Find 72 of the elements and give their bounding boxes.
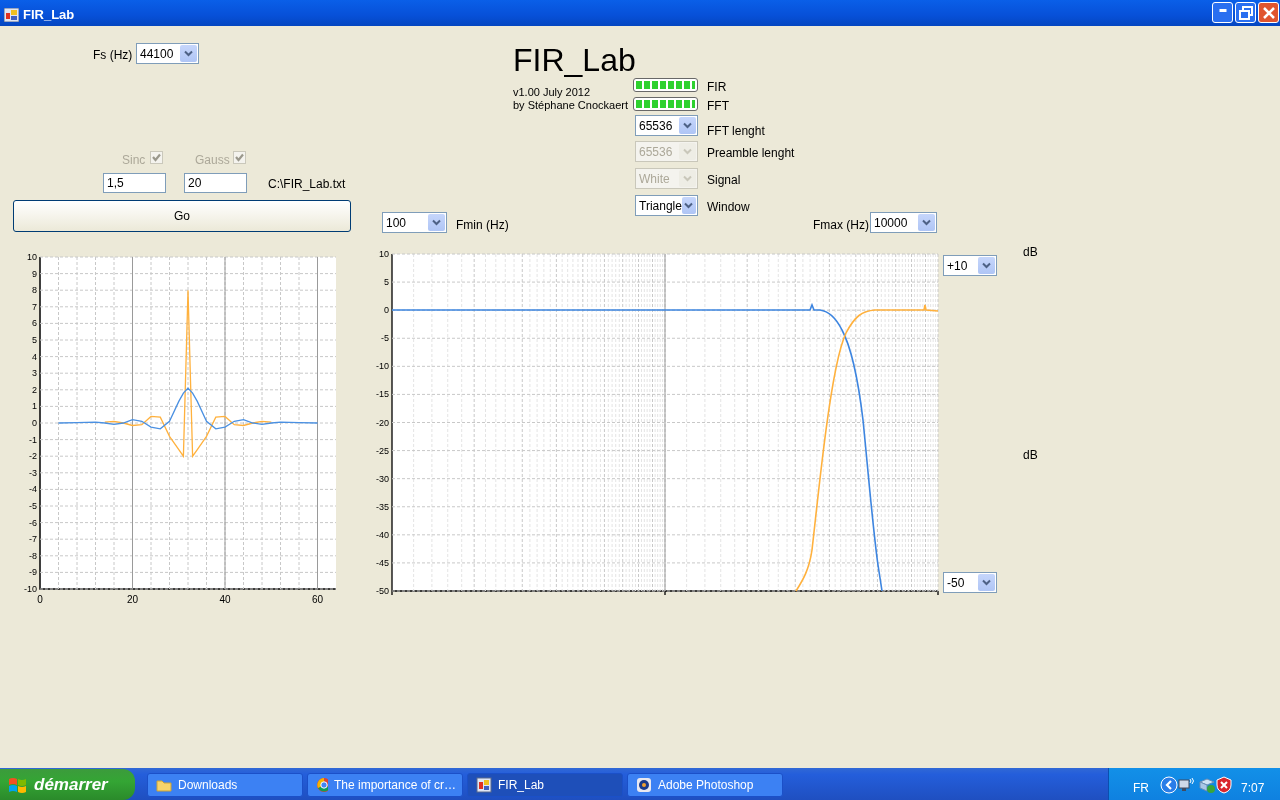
axis-tick-label: -20 bbox=[376, 417, 389, 428]
axis-tick-label: 10 bbox=[27, 252, 37, 262]
axis-tick-label: 40 bbox=[219, 594, 231, 605]
progress-label: FFT bbox=[707, 98, 729, 115]
db-min-dropdown[interactable]: -50 bbox=[943, 572, 997, 593]
axis-tick-label: -5 bbox=[381, 333, 389, 344]
axis-tick-label: -2 bbox=[29, 451, 37, 462]
axis-tick-label: -25 bbox=[376, 445, 389, 456]
setting-dropdown[interactable]: Triangle bbox=[635, 195, 698, 216]
go-button[interactable]: Go bbox=[13, 200, 351, 232]
author-text: by Stéphane Cnockaert bbox=[513, 98, 628, 113]
setting-label: Window bbox=[707, 199, 750, 216]
sample-rate-dropdown[interactable]: 44100 bbox=[136, 43, 199, 64]
fmax-label: Fmax (Hz) bbox=[813, 217, 869, 234]
axis-tick-label: -45 bbox=[376, 557, 389, 568]
sample-rate-label: Fs (Hz) bbox=[93, 47, 133, 64]
axis-tick-label: 5 bbox=[384, 277, 389, 288]
axis-tick-label: -9 bbox=[29, 567, 37, 578]
axis-tick-label: -6 bbox=[29, 517, 37, 528]
taskbar-button[interactable]: Downloads bbox=[147, 773, 303, 797]
axis-tick-label: -15 bbox=[376, 389, 389, 400]
axis-tick-label: 9 bbox=[32, 268, 37, 279]
axis-tick-label: 5 bbox=[32, 335, 37, 345]
language-indicator[interactable]: FR bbox=[1133, 779, 1149, 797]
axis-tick-label: -10 bbox=[376, 361, 389, 372]
fmax-dropdown[interactable]: 10000 bbox=[870, 212, 937, 233]
axis-tick-label: -35 bbox=[376, 501, 389, 512]
axis-tick-label: 20 bbox=[126, 594, 139, 605]
parameter-field[interactable]: 1,5 bbox=[103, 173, 166, 193]
unit-label: dB bbox=[1023, 244, 1038, 261]
axis-tick-label: -50 bbox=[376, 586, 389, 596]
axis-tick-label: 10 bbox=[379, 249, 389, 259]
window-title: FIR_Lab bbox=[23, 6, 75, 24]
setting-label: Signal bbox=[707, 172, 741, 189]
axis-tick-label: 7 bbox=[32, 301, 37, 312]
axis-tick-label: 8 bbox=[32, 285, 37, 296]
axis-tick-label: 3 bbox=[32, 368, 37, 379]
fmin-label: Fmin (Hz) bbox=[456, 217, 509, 234]
axis-tick-label: 60 bbox=[311, 594, 324, 605]
taskbar-button[interactable]: FIR_Lab bbox=[467, 773, 623, 797]
axis-tick-label: 1 bbox=[32, 401, 37, 412]
axis-tick-label: 6 bbox=[32, 318, 37, 329]
version-text: v1.00 July 2012 bbox=[513, 85, 591, 100]
axis-tick-label: -40 bbox=[376, 529, 389, 540]
axis-tick-label: -7 bbox=[29, 534, 37, 545]
kernel-option-label: Gauss bbox=[195, 152, 230, 169]
axis-tick-label: 0 bbox=[37, 594, 43, 605]
axis-tick-label: 0 bbox=[384, 305, 389, 316]
axis-tick-label: -3 bbox=[29, 467, 37, 478]
progress-label: FIR bbox=[707, 79, 727, 96]
parameter-field[interactable]: 20 bbox=[184, 173, 247, 193]
axis-tick-label: -5 bbox=[29, 501, 37, 511]
axis-tick-label: -4 bbox=[29, 484, 37, 495]
setting-label: FFT lenght bbox=[707, 123, 765, 140]
axis-tick-label: 4 bbox=[32, 351, 37, 362]
app-heading: FIR_Lab bbox=[513, 41, 636, 80]
axis-tick-label: 2 bbox=[32, 384, 37, 395]
clock-text: 7:07 bbox=[1241, 780, 1265, 797]
axis-tick-label: -30 bbox=[376, 473, 389, 484]
taskbar-button[interactable]: The importance of cr… bbox=[307, 773, 463, 797]
axis-tick-label: -1 bbox=[29, 434, 37, 445]
axis-tick-label: 0 bbox=[32, 418, 37, 428]
taskbar-button[interactable]: Adobe Photoshop bbox=[627, 773, 783, 797]
unit-label: dB bbox=[1023, 447, 1038, 464]
db-max-dropdown[interactable]: +10 bbox=[943, 255, 997, 276]
axis-tick-label: -10 bbox=[24, 584, 37, 594]
setting-label: Preamble lenght bbox=[707, 145, 795, 162]
kernel-option-label: Sinc bbox=[122, 152, 146, 169]
setting-dropdown[interactable]: 65536 bbox=[635, 115, 698, 136]
fmin-dropdown[interactable]: 100 bbox=[382, 212, 447, 233]
axis-tick-label: -8 bbox=[29, 550, 37, 561]
file-path-text: C:\FIR_Lab.txt bbox=[268, 176, 346, 193]
